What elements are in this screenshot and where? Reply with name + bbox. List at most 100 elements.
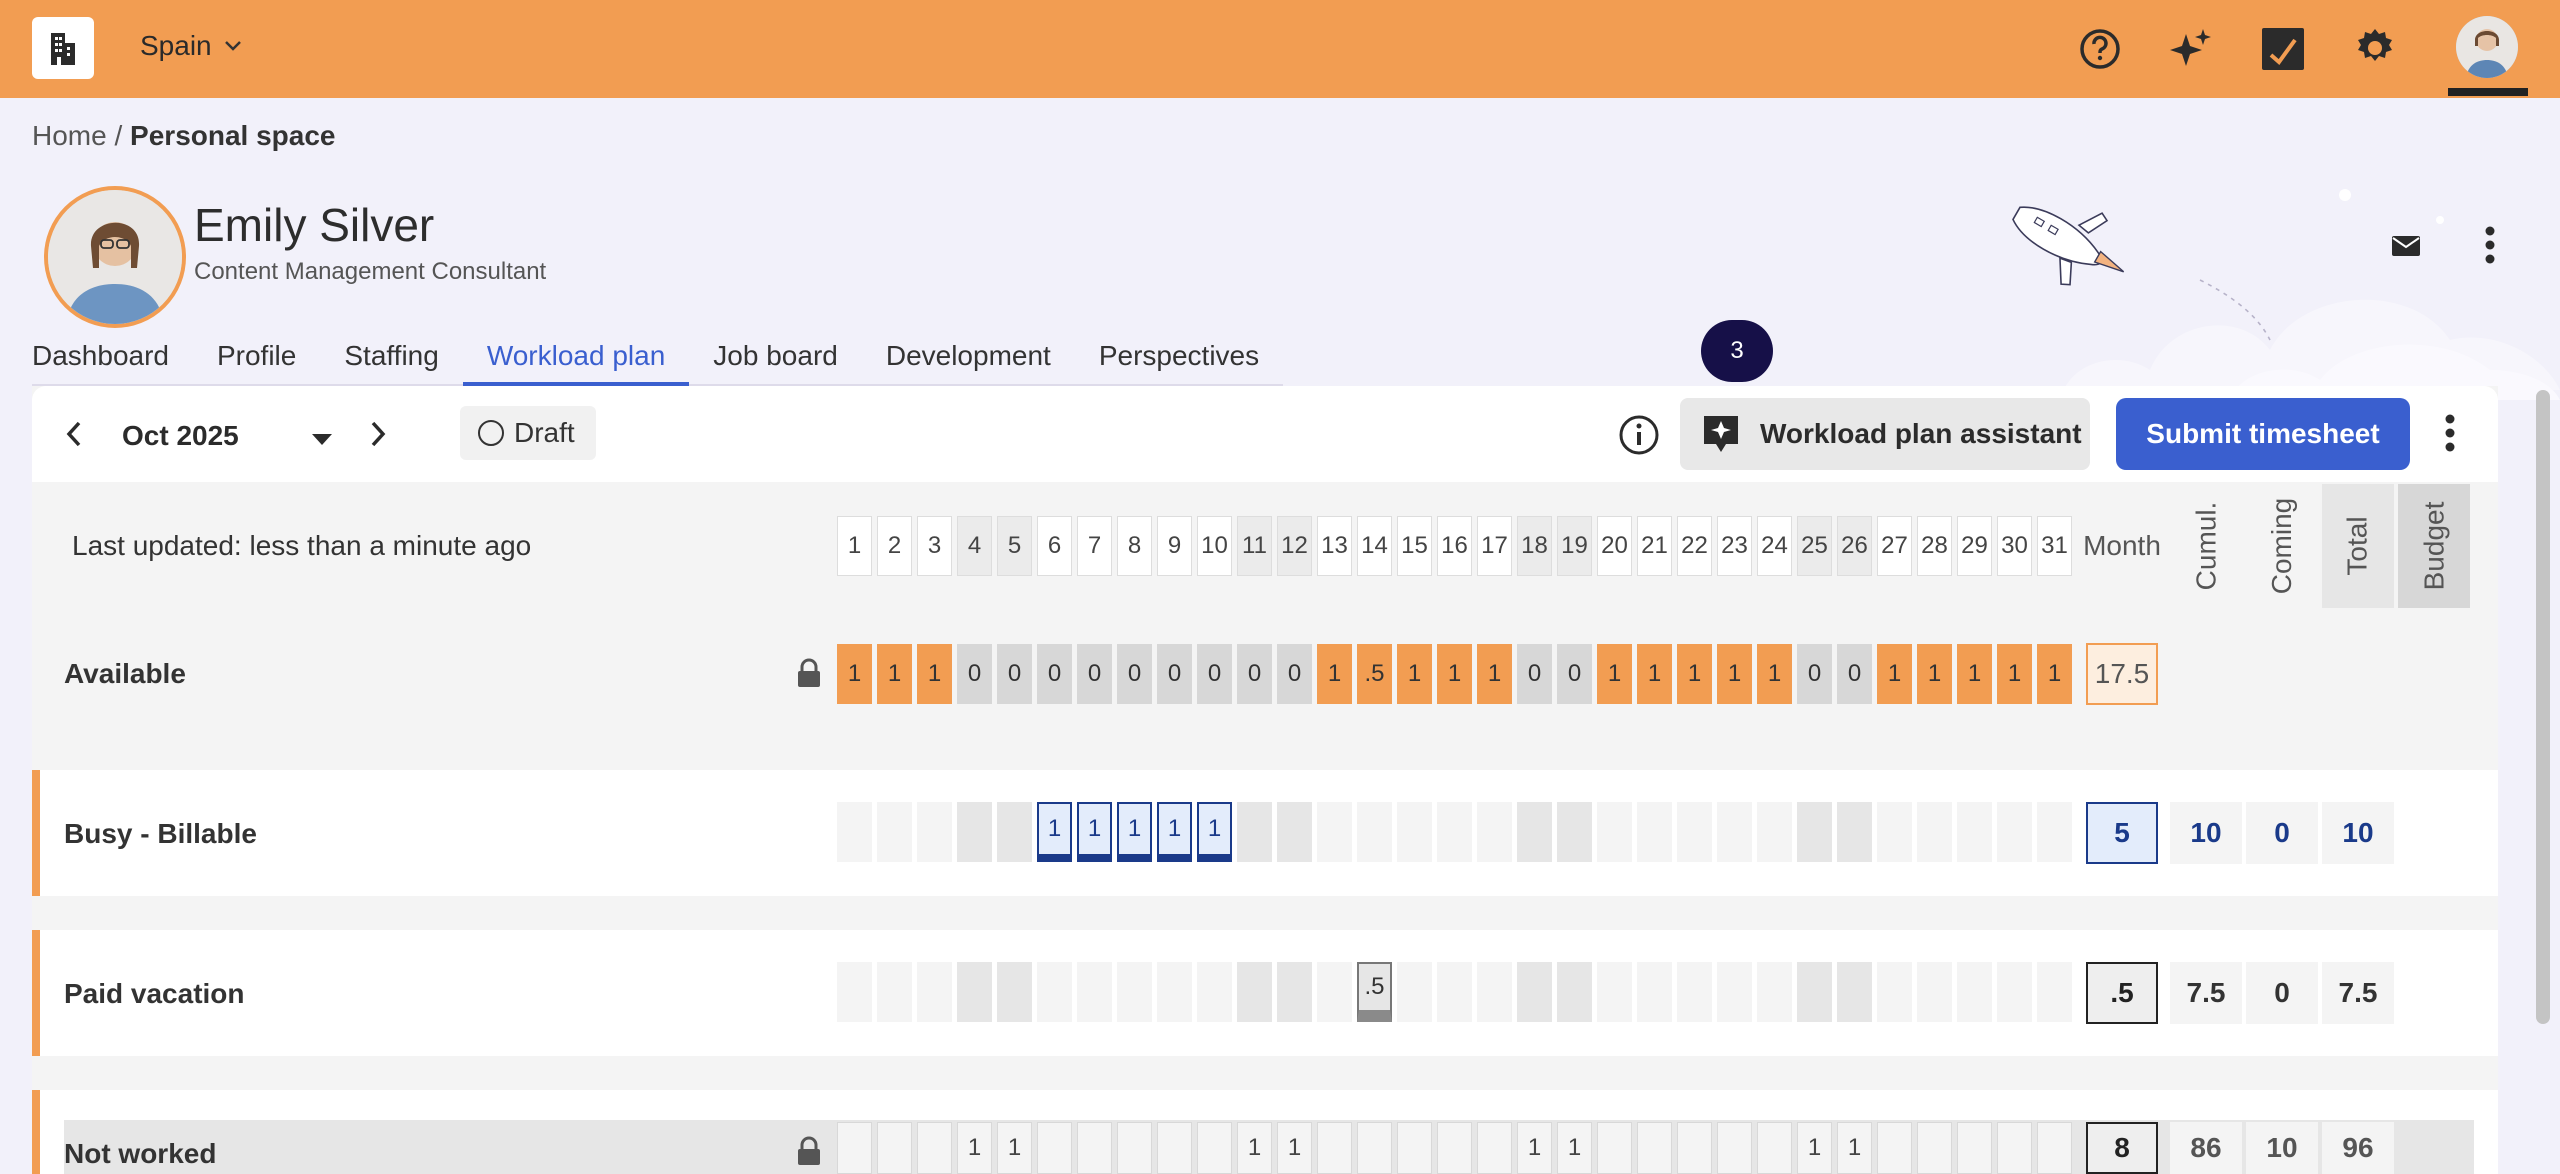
not-worked-cell[interactable] — [1397, 1122, 1432, 1174]
not-worked-cell[interactable] — [1437, 1122, 1472, 1174]
paid-vacation-cell[interactable] — [997, 962, 1032, 1022]
not-worked-cell[interactable] — [1877, 1122, 1912, 1174]
busy-cell[interactable] — [1557, 802, 1592, 862]
busy-cell[interactable] — [1237, 802, 1272, 862]
tab-perspectives[interactable]: Perspectives — [1075, 340, 1283, 384]
gear-icon[interactable] — [2350, 24, 2400, 74]
help-icon[interactable] — [2075, 24, 2125, 74]
busy-cell[interactable] — [957, 802, 992, 862]
paid-vacation-cell[interactable] — [1517, 962, 1552, 1022]
prev-month-button[interactable] — [56, 416, 92, 452]
paid-vacation-cell[interactable] — [1997, 962, 2032, 1022]
paid-vacation-cell[interactable] — [2037, 962, 2072, 1022]
not-worked-cell[interactable]: 1 — [1517, 1122, 1552, 1174]
busy-cell[interactable] — [1437, 802, 1472, 862]
not-worked-cell[interactable] — [1317, 1122, 1352, 1174]
mail-icon[interactable] — [2386, 226, 2426, 266]
paid-vacation-cell[interactable] — [1037, 962, 1072, 1022]
busy-cell[interactable] — [1677, 802, 1712, 862]
paid-vacation-cell[interactable] — [1557, 962, 1592, 1022]
busy-cell[interactable] — [877, 802, 912, 862]
busy-cell[interactable] — [1997, 802, 2032, 862]
not-worked-cell[interactable] — [1677, 1122, 1712, 1174]
busy-cell[interactable]: 1 — [1157, 802, 1192, 862]
busy-cell[interactable] — [1637, 802, 1672, 862]
profile-more-menu-icon[interactable] — [2470, 220, 2510, 270]
submit-timesheet-button[interactable]: Submit timesheet — [2116, 398, 2410, 470]
busy-cell[interactable] — [1477, 802, 1512, 862]
tab-profile[interactable]: Profile — [193, 340, 320, 384]
not-worked-cell[interactable] — [1757, 1122, 1792, 1174]
busy-cell[interactable] — [1517, 802, 1552, 862]
busy-cell[interactable] — [1717, 802, 1752, 862]
building-icon[interactable] — [32, 17, 94, 79]
panel-more-menu-icon[interactable] — [2430, 408, 2470, 458]
busy-cell[interactable]: 1 — [1197, 802, 1232, 862]
month-label[interactable]: Oct 2025 — [122, 420, 239, 452]
busy-cell[interactable] — [917, 802, 952, 862]
not-worked-cell[interactable] — [1917, 1122, 1952, 1174]
paid-vacation-cell[interactable] — [1797, 962, 1832, 1022]
paid-vacation-cell[interactable] — [1157, 962, 1192, 1022]
workload-assistant-button[interactable]: Workload plan assistant — [1680, 398, 2090, 470]
not-worked-cell[interactable]: 1 — [1277, 1122, 1312, 1174]
tab-job-board[interactable]: Job board — [689, 340, 862, 384]
not-worked-cell[interactable] — [1037, 1122, 1072, 1174]
not-worked-cell[interactable] — [1077, 1122, 1112, 1174]
paid-vacation-cell[interactable] — [837, 962, 872, 1022]
sparkle-icon[interactable] — [2166, 24, 2216, 74]
busy-cell[interactable] — [997, 802, 1032, 862]
not-worked-cell[interactable] — [837, 1122, 872, 1174]
busy-cell[interactable] — [1917, 802, 1952, 862]
paid-vacation-cell[interactable] — [1717, 962, 1752, 1022]
busy-cell[interactable] — [1837, 802, 1872, 862]
not-worked-cell[interactable]: 1 — [1797, 1122, 1832, 1174]
not-worked-cell[interactable]: 1 — [1237, 1122, 1272, 1174]
breadcrumb-home[interactable]: Home — [32, 120, 107, 151]
paid-vacation-cell[interactable] — [1317, 962, 1352, 1022]
not-worked-cell[interactable] — [1197, 1122, 1232, 1174]
paid-vacation-cell[interactable] — [1877, 962, 1912, 1022]
paid-vacation-cell[interactable] — [1757, 962, 1792, 1022]
paid-vacation-cell[interactable] — [1077, 962, 1112, 1022]
busy-cell[interactable] — [1797, 802, 1832, 862]
busy-cell[interactable] — [1397, 802, 1432, 862]
info-icon[interactable] — [1618, 414, 1660, 456]
paid-vacation-cell[interactable] — [1117, 962, 1152, 1022]
not-worked-cell[interactable] — [1117, 1122, 1152, 1174]
paid-vacation-cell[interactable] — [1957, 962, 1992, 1022]
busy-cell[interactable] — [1597, 802, 1632, 862]
paid-vacation-cell[interactable] — [917, 962, 952, 1022]
busy-cell[interactable] — [1957, 802, 1992, 862]
tab-dashboard[interactable]: Dashboard — [32, 340, 193, 384]
user-avatar[interactable] — [2456, 16, 2518, 78]
checkbox-icon[interactable] — [2258, 24, 2308, 74]
paid-vacation-cell[interactable] — [1237, 962, 1272, 1022]
busy-cell[interactable] — [837, 802, 872, 862]
busy-cell[interactable] — [1877, 802, 1912, 862]
not-worked-cell[interactable] — [1957, 1122, 1992, 1174]
paid-vacation-cell[interactable] — [1437, 962, 1472, 1022]
month-dropdown-icon[interactable] — [310, 426, 334, 450]
not-worked-cell[interactable] — [2037, 1122, 2072, 1174]
paid-vacation-cell[interactable] — [1837, 962, 1872, 1022]
next-month-button[interactable] — [360, 416, 396, 452]
paid-vacation-cell[interactable]: .5 — [1357, 962, 1392, 1022]
paid-vacation-cell[interactable] — [1197, 962, 1232, 1022]
busy-cell[interactable] — [1317, 802, 1352, 862]
busy-cell[interactable]: 1 — [1077, 802, 1112, 862]
tab-staffing[interactable]: Staffing — [320, 340, 462, 384]
not-worked-cell[interactable] — [1477, 1122, 1512, 1174]
not-worked-cell[interactable] — [1157, 1122, 1192, 1174]
paid-vacation-cell[interactable] — [1397, 962, 1432, 1022]
busy-cell[interactable] — [1277, 802, 1312, 862]
not-worked-cell[interactable] — [1997, 1122, 2032, 1174]
not-worked-cell[interactable] — [1357, 1122, 1392, 1174]
org-selector[interactable]: Spain — [140, 30, 242, 62]
tab-workload-plan[interactable]: Workload plan — [462, 340, 690, 386]
tab-development[interactable]: Development — [862, 340, 1075, 384]
not-worked-cell[interactable] — [877, 1122, 912, 1174]
vertical-scrollbar[interactable] — [2536, 390, 2550, 1024]
paid-vacation-cell[interactable] — [1677, 962, 1712, 1022]
paid-vacation-cell[interactable] — [1277, 962, 1312, 1022]
